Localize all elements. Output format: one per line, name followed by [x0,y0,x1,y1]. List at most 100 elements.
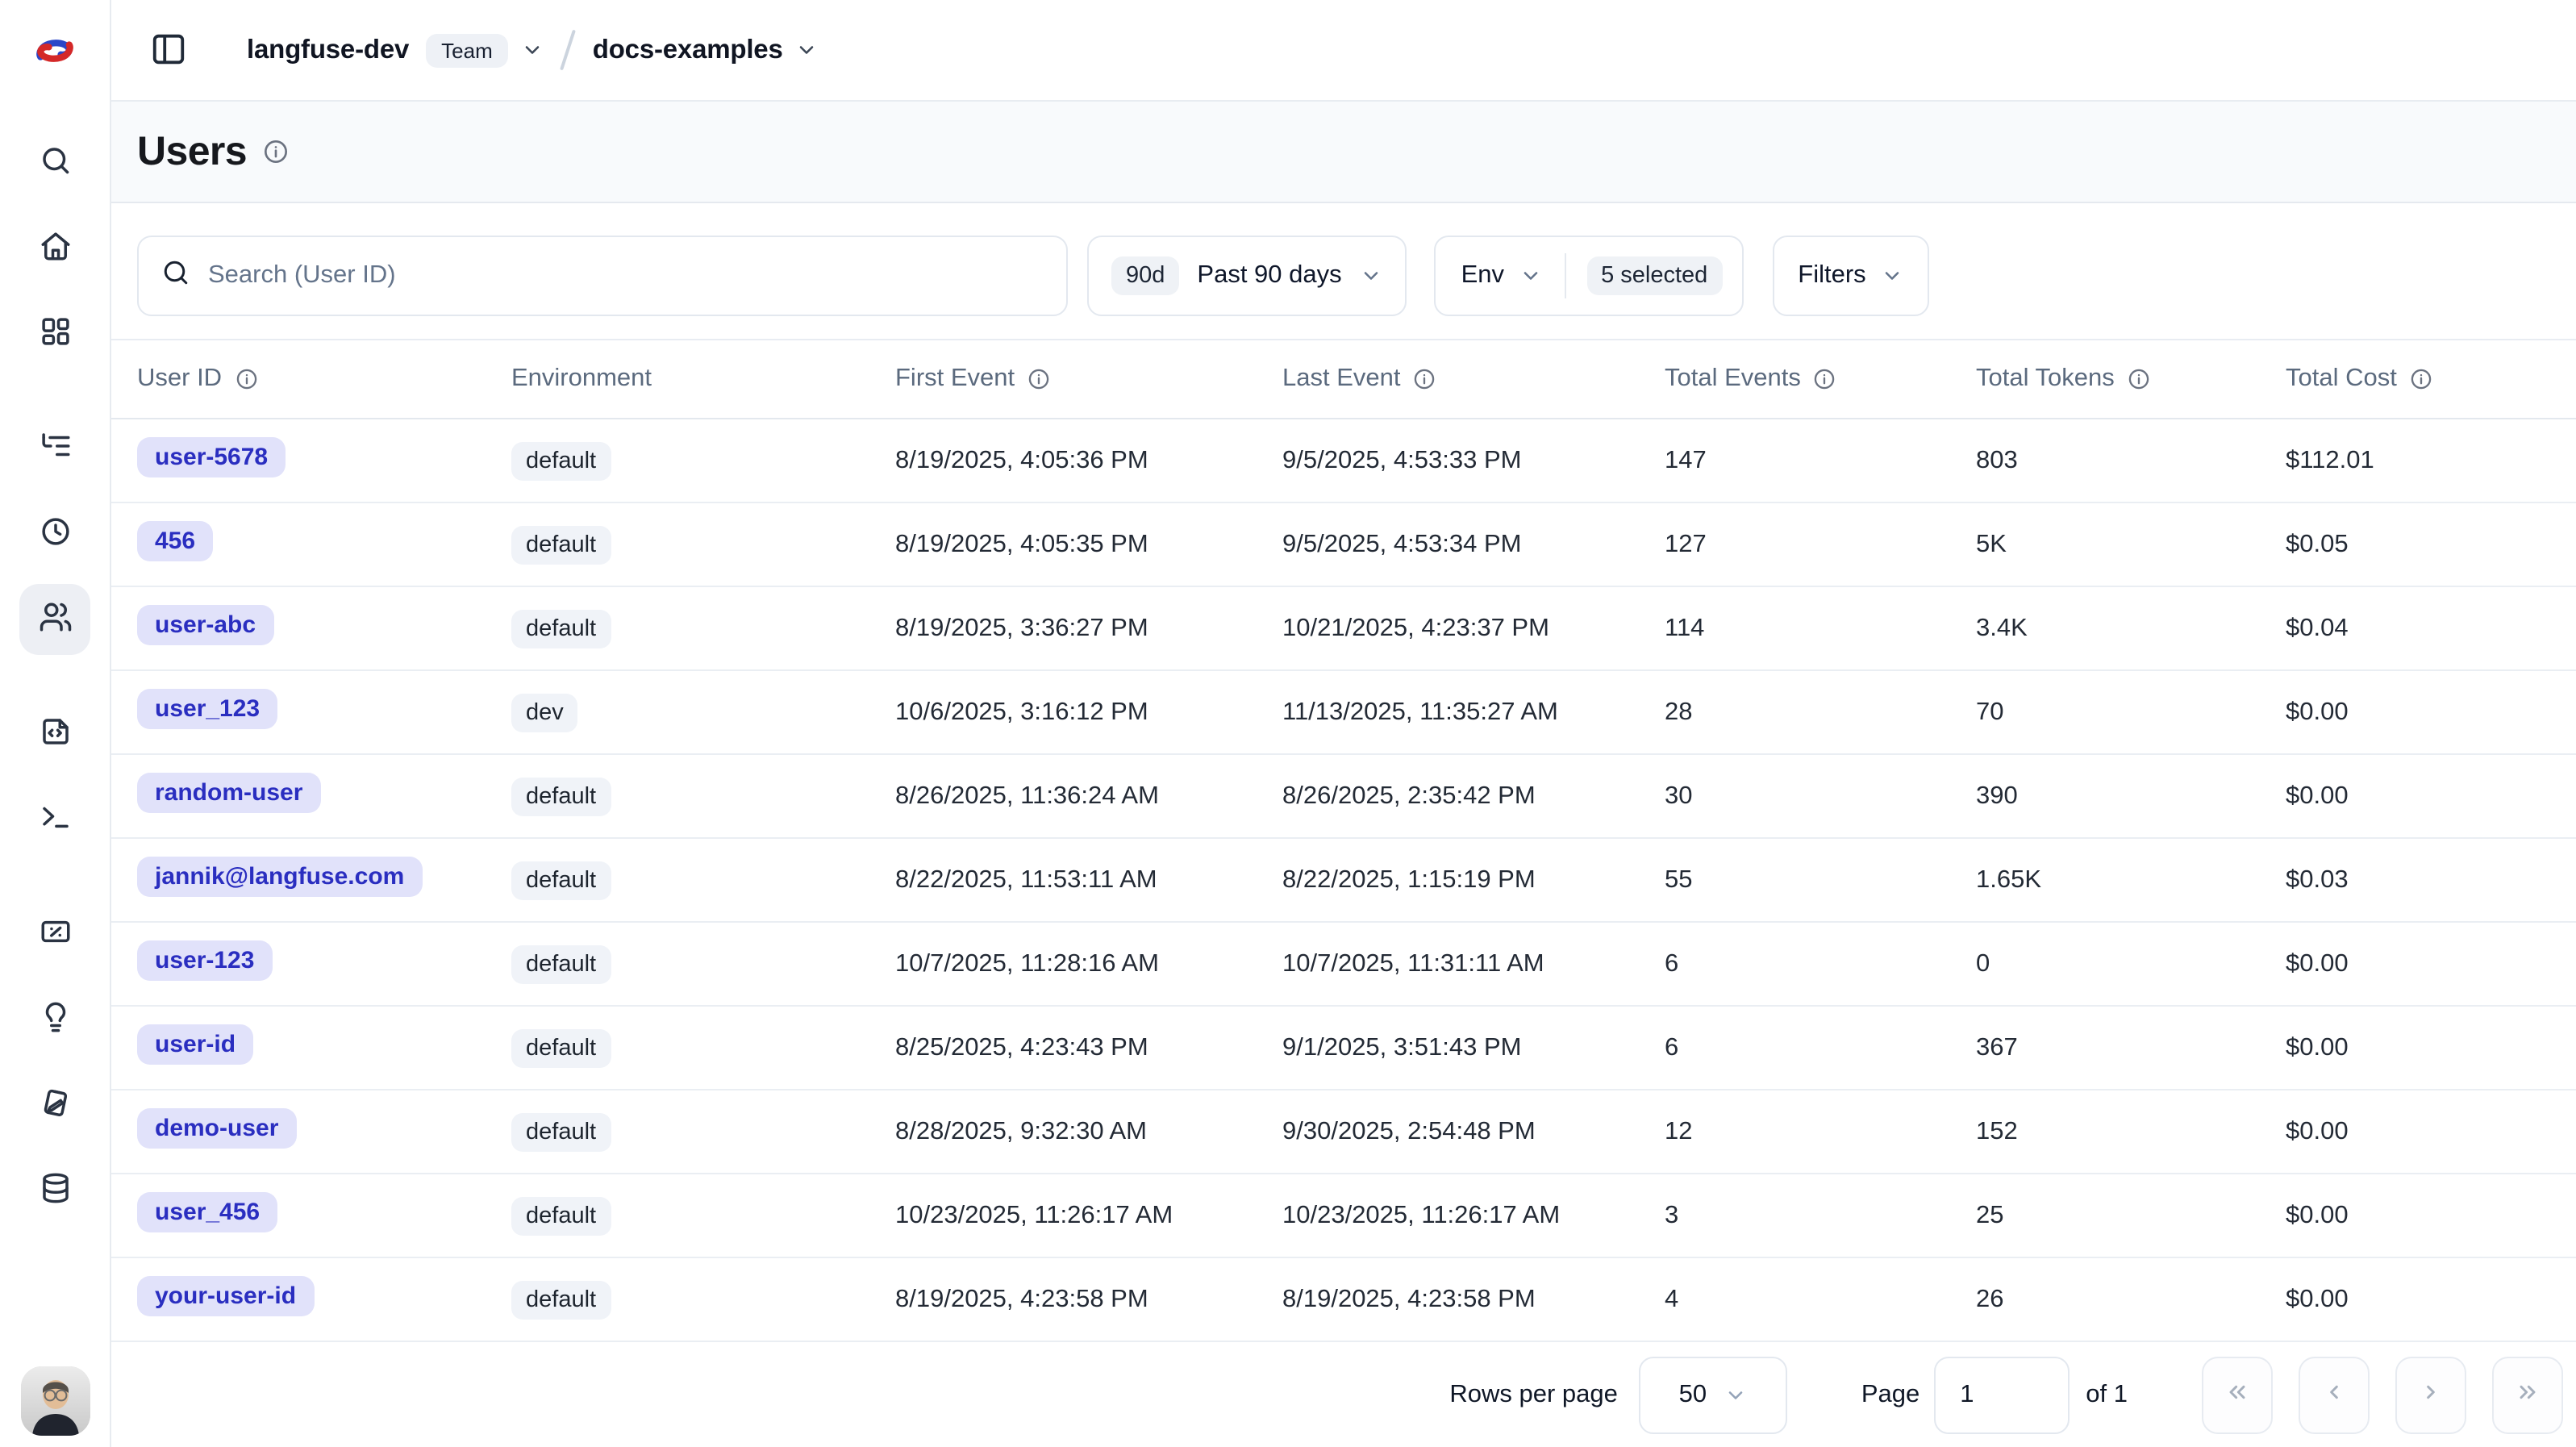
column-header-total-events[interactable]: Total Events [1665,365,1976,394]
table-row[interactable]: demo-userdefault8/28/2025, 9:32:30 AM9/3… [111,1090,2576,1174]
user-id-badge[interactable]: user_123 [137,688,277,728]
column-label: Total Cost [2286,365,2397,394]
table-row[interactable]: user-5678default8/19/2025, 4:05:36 PM9/5… [111,419,2576,503]
info-icon[interactable] [1414,368,1436,390]
total-tokens-cell: 5K [1976,530,2007,557]
previous-page-button[interactable] [2299,1356,2370,1433]
table-row[interactable]: random-userdefault8/26/2025, 11:36:24 AM… [111,755,2576,839]
org-selector[interactable]: langfuse-dev Team [247,33,544,67]
user-id-badge[interactable]: user-123 [137,940,272,980]
user-id-badge[interactable]: user-id [137,1024,253,1064]
sidebar-item-evaluation[interactable] [19,984,90,1055]
topbar: langfuse-dev Team docs-examples [111,0,2576,102]
sidebar-item-tracing[interactable] [19,413,90,484]
column-header-last-event[interactable]: Last Event [1282,365,1665,394]
last-page-button[interactable] [2492,1356,2563,1433]
sidebar-item-search[interactable] [19,127,90,198]
column-header-environment[interactable]: Environment [511,365,895,394]
dashboard-grid-icon [38,315,72,353]
user-id-badge[interactable]: user-abc [137,604,273,644]
info-icon[interactable] [263,139,289,165]
next-page-button[interactable] [2395,1356,2466,1433]
panel-left-icon [150,31,187,69]
first-event-cell: 8/19/2025, 4:05:36 PM [895,446,1148,473]
user-id-badge[interactable]: random-user [137,772,320,812]
pagination-nav [2202,1356,2563,1433]
breadcrumb-separator [561,30,577,71]
chevron-down-icon [1881,265,1903,287]
environment-badge: dev [511,693,578,732]
terminal-icon [38,800,72,839]
column-header-user-id[interactable]: User ID [137,365,511,394]
sidebar-item-users[interactable] [19,584,90,655]
total-tokens-cell: 152 [1976,1117,2018,1145]
table-row[interactable]: jannik@langfuse.comdefault8/22/2025, 11:… [111,839,2576,923]
info-icon[interactable] [1027,368,1050,390]
column-header-total-cost[interactable]: Total Cost [2286,365,2550,394]
langfuse-logo[interactable] [0,0,110,102]
column-label: First Event [895,365,1015,394]
sidebar-toggle-button[interactable] [150,31,189,69]
user-id-badge[interactable]: your-user-id [137,1275,314,1316]
user-id-badge[interactable]: 456 [137,520,213,561]
sidebar-item-prompts[interactable] [19,698,90,769]
column-header-total-tokens[interactable]: Total Tokens [1976,365,2286,394]
environment-badge: default [511,525,611,564]
environment-filter-button[interactable]: Env 5 selected [1434,236,1744,316]
filters-button[interactable]: Filters [1772,236,1928,316]
user-id-badge[interactable]: jannik@langfuse.com [137,856,422,896]
total-tokens-cell: 3.4K [1976,614,2028,641]
last-event-cell: 10/7/2025, 11:31:11 AM [1282,949,1544,977]
user-id-badge[interactable]: user-5678 [137,436,286,477]
sidebar-item-playground[interactable] [19,784,90,855]
info-icon[interactable] [2128,368,2150,390]
environment-badge: default [511,609,611,648]
table-row[interactable]: user_123dev10/6/2025, 3:16:12 PM11/13/20… [111,671,2576,755]
environment-badge: default [511,1028,611,1067]
list-tree-icon [38,429,72,468]
project-name: docs-examples [593,35,783,65]
project-selector[interactable]: docs-examples [593,35,819,65]
environment-badge: default [511,1196,611,1235]
total-tokens-cell: 26 [1976,1285,2004,1312]
sidebar-item-home[interactable] [19,213,90,284]
total-cost-cell: $0.00 [2286,782,2349,809]
total-cost-cell: $0.00 [2286,949,2349,977]
date-range-button[interactable]: 90d Past 90 days [1087,236,1407,316]
sidebar-item-annotation[interactable] [19,1070,90,1141]
user-avatar[interactable] [21,1366,90,1436]
first-event-cell: 8/19/2025, 4:23:58 PM [895,1285,1148,1312]
sidebar-item-sessions[interactable] [19,498,90,569]
search-input[interactable] [208,261,1044,290]
page-number-input[interactable] [1934,1356,2070,1433]
sidebar-item-datasets[interactable] [19,1155,90,1226]
table-row[interactable]: user_456default10/23/2025, 11:26:17 AM10… [111,1174,2576,1258]
last-event-cell: 9/5/2025, 4:53:33 PM [1282,446,1521,473]
sidebar-item-dashboards[interactable] [19,298,90,369]
info-icon[interactable] [1814,368,1836,390]
environment-badge: default [511,861,611,899]
first-page-button[interactable] [2202,1356,2273,1433]
first-event-cell: 10/23/2025, 11:26:17 AM [895,1201,1173,1228]
page-title: Users [137,128,247,175]
first-event-cell: 8/19/2025, 4:05:35 PM [895,530,1148,557]
search-icon [161,257,190,294]
table-row[interactable]: your-user-iddefault8/19/2025, 4:23:58 PM… [111,1258,2576,1342]
info-icon[interactable] [2410,368,2432,390]
sidebar-item-scores[interactable] [19,899,90,970]
table-row[interactable]: user-123default10/7/2025, 11:28:16 AM10/… [111,923,2576,1007]
table-row[interactable]: user-iddefault8/25/2025, 4:23:43 PM9/1/2… [111,1007,2576,1090]
chevron-down-icon [1724,1383,1747,1406]
column-header-first-event[interactable]: First Event [895,365,1282,394]
total-events-cell: 6 [1665,949,1678,977]
users-icon [38,600,72,639]
chevrons-left-icon [2224,1379,2250,1410]
search-box [137,236,1068,316]
rows-per-page-select[interactable]: 50 [1639,1356,1787,1433]
column-label: Total Events [1665,365,1801,394]
table-row[interactable]: user-abcdefault8/19/2025, 3:36:27 PM10/2… [111,587,2576,671]
user-id-badge[interactable]: demo-user [137,1107,296,1148]
user-id-badge[interactable]: user_456 [137,1191,277,1232]
info-icon[interactable] [235,368,257,390]
table-row[interactable]: 456default8/19/2025, 4:05:35 PM9/5/2025,… [111,503,2576,587]
